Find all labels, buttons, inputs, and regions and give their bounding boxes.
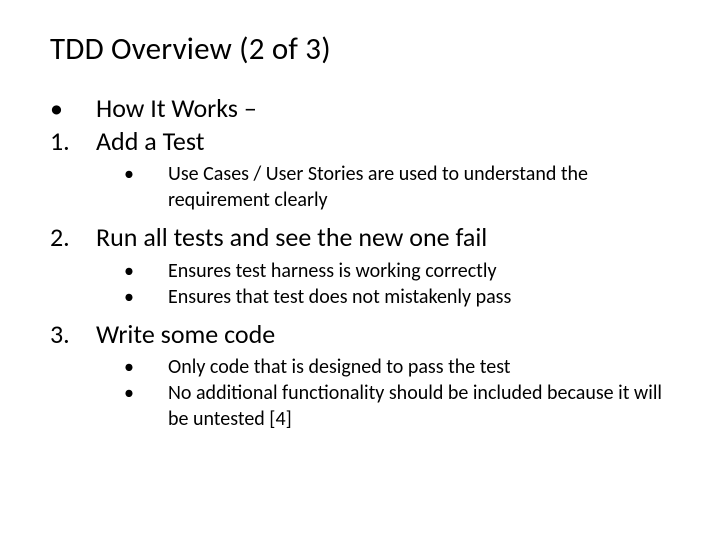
- list-item: • Ensures that test does not mistakenly …: [124, 284, 670, 310]
- bullet-icon: •: [124, 284, 168, 310]
- step2-text: Run all tests and see the new one fail: [96, 221, 487, 254]
- step2-row: 2. Run all tests and see the new one fai…: [50, 221, 670, 254]
- bullet-icon: •: [124, 161, 168, 187]
- step1-marker: 1.: [50, 125, 96, 158]
- step3-row: 3. Write some code: [50, 318, 670, 351]
- step2-marker: 2.: [50, 221, 96, 254]
- step1-row: 1. Add a Test: [50, 125, 670, 158]
- sub-text: No additional functionality should be in…: [168, 380, 670, 432]
- bullet-icon: •: [50, 92, 96, 125]
- list-item: • Use Cases / User Stories are used to u…: [124, 161, 670, 213]
- list-item: • Only code that is designed to pass the…: [124, 354, 670, 380]
- step1-sublist: • Use Cases / User Stories are used to u…: [124, 161, 670, 213]
- slide-title: TDD Overview (2 of 3): [50, 30, 670, 68]
- top-bullet-row: • How It Works –: [50, 92, 670, 125]
- step3-text: Write some code: [96, 318, 275, 351]
- list-item: • No additional functionality should be …: [124, 380, 670, 432]
- step3-sublist: • Only code that is designed to pass the…: [124, 354, 670, 432]
- step3-marker: 3.: [50, 318, 96, 351]
- bullet-icon: •: [124, 380, 168, 406]
- sub-text: Ensures that test does not mistakenly pa…: [168, 284, 511, 310]
- step2-sublist: • Ensures test harness is working correc…: [124, 258, 670, 310]
- sub-text: Use Cases / User Stories are used to und…: [168, 161, 670, 213]
- list-item: • Ensures test harness is working correc…: [124, 258, 670, 284]
- top-bullet-text: How It Works –: [96, 92, 257, 125]
- sub-text: Only code that is designed to pass the t…: [168, 354, 511, 380]
- slide: TDD Overview (2 of 3) • How It Works – 1…: [0, 0, 720, 540]
- bullet-icon: •: [124, 258, 168, 284]
- sub-text: Ensures test harness is working correctl…: [168, 258, 497, 284]
- bullet-icon: •: [124, 354, 168, 380]
- step1-text: Add a Test: [96, 125, 204, 158]
